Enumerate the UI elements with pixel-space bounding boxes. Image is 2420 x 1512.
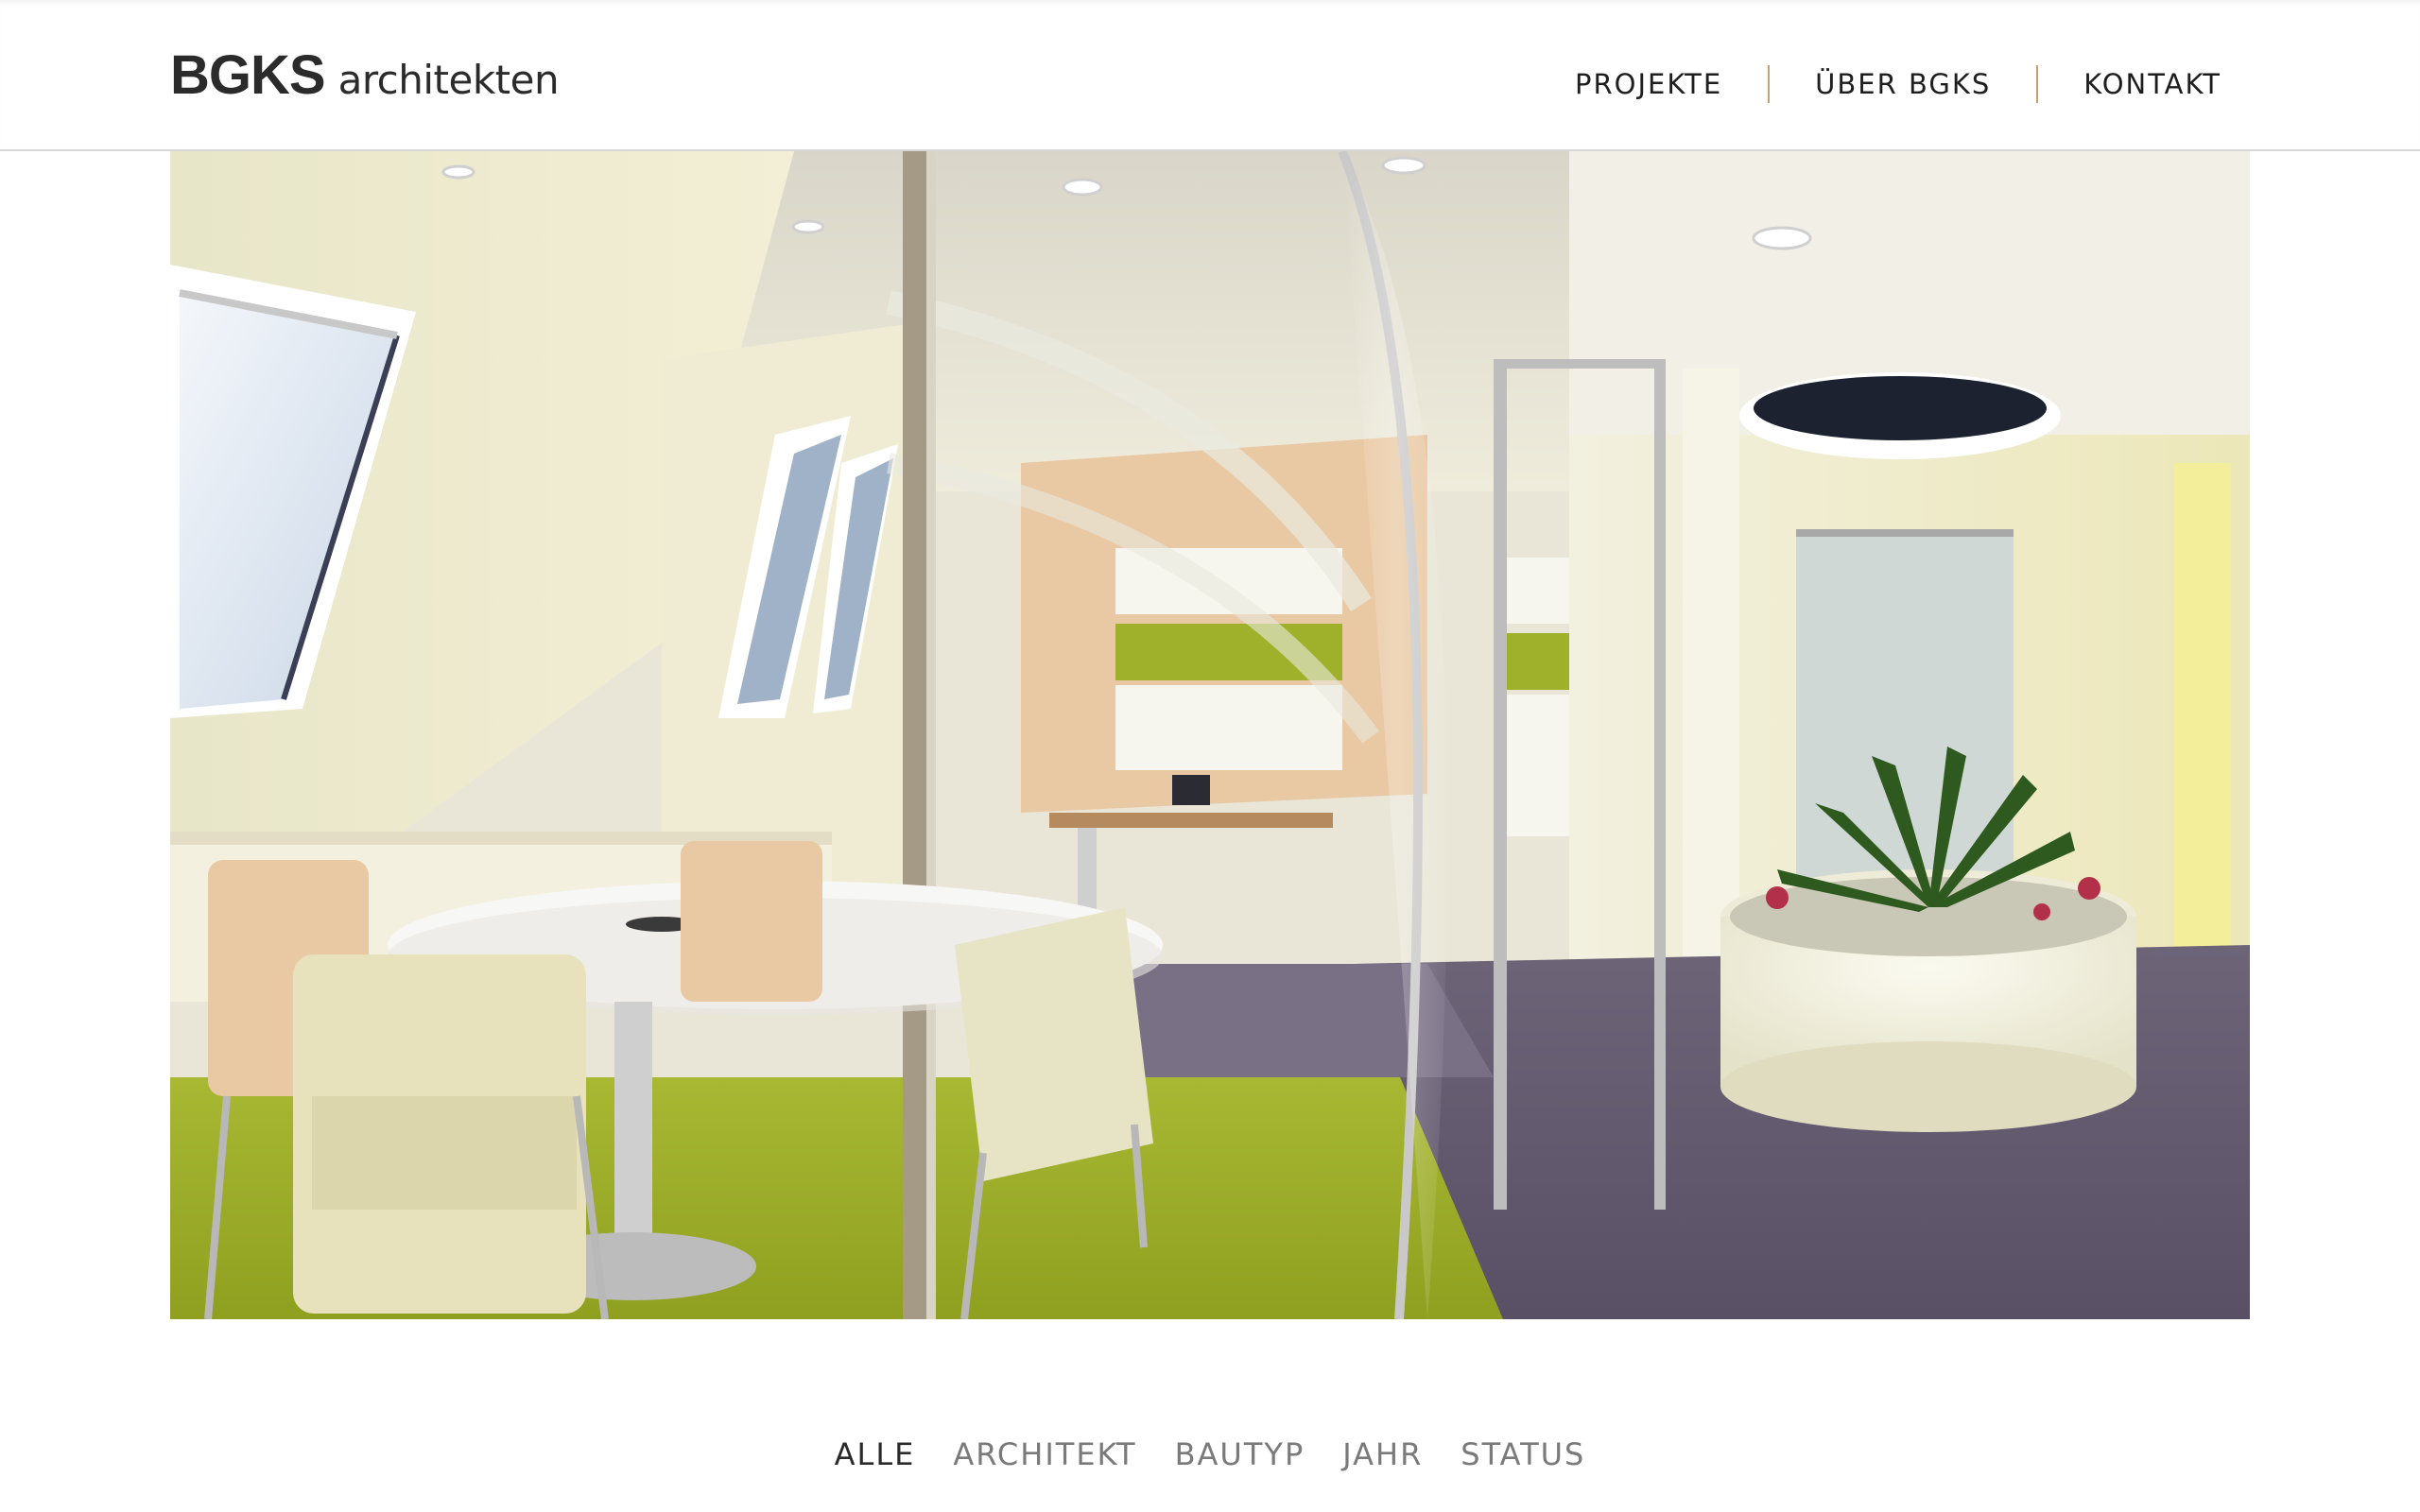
brand-word: architekten [337, 57, 560, 103]
project-filter-bar: ALLE ARCHITEKT BAUTYP JAHR STATUS [0, 1436, 2420, 1472]
filter-architekt[interactable]: ARCHITEKT [953, 1436, 1136, 1472]
nav-item-kontakt[interactable]: KONTAKT [2038, 68, 2221, 100]
filter-jahr[interactable]: JAHR [1342, 1436, 1423, 1472]
filter-alle[interactable]: ALLE [835, 1436, 916, 1472]
brand-mark: BGKS [170, 44, 326, 106]
nav-item-projekte[interactable]: PROJEKTE [1530, 68, 1768, 100]
site-header: BGKS architekten PROJEKTE ÜBER BGKS KONT… [0, 0, 2420, 151]
brand-logo[interactable]: BGKS architekten [170, 43, 560, 110]
main-nav: PROJEKTE ÜBER BGKS KONTAKT [1530, 62, 2221, 106]
filter-bautyp[interactable]: BAUTYP [1175, 1436, 1305, 1472]
hero-image [170, 151, 2250, 1319]
nav-item-ueber-bgks[interactable]: ÜBER BGKS [1770, 68, 2036, 100]
filter-status[interactable]: STATUS [1461, 1436, 1585, 1472]
